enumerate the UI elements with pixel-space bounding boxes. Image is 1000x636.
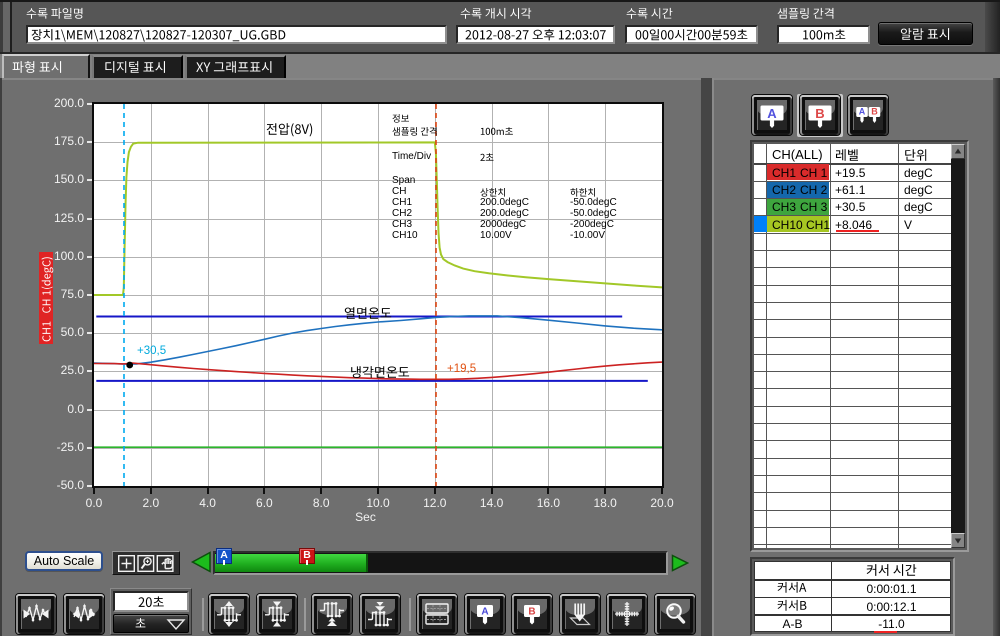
svg-text:B: B <box>871 106 878 116</box>
svg-text:A: A <box>767 106 777 121</box>
svg-text:B: B <box>529 606 536 617</box>
svg-text:A: A <box>481 606 488 617</box>
svg-text:B: B <box>815 106 824 121</box>
svg-text:A: A <box>859 106 866 116</box>
